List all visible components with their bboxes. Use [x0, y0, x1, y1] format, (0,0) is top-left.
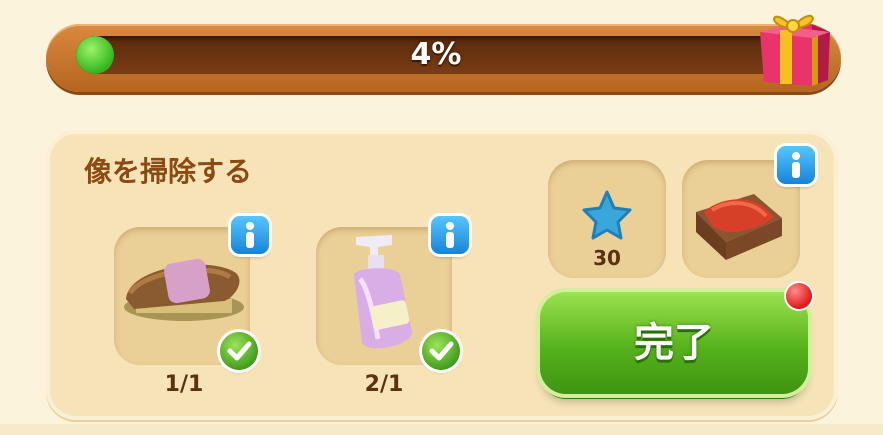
- check-icon: [220, 332, 258, 370]
- progress-label: 4%: [410, 37, 462, 72]
- item-count: 2/1: [364, 372, 404, 397]
- done-button-label: 完了: [634, 320, 714, 366]
- notification-dot: [786, 283, 812, 309]
- bottom-strip: [0, 424, 883, 435]
- gift-icon[interactable]: [752, 2, 834, 88]
- done-button[interactable]: 完了: [540, 292, 808, 394]
- info-button[interactable]: [777, 146, 815, 184]
- item-count: 1/1: [164, 372, 204, 397]
- task-title: 像を掃除する: [84, 155, 253, 188]
- check-icon: [422, 332, 460, 370]
- progress-bar: 4%: [46, 24, 841, 92]
- progress-track: 4%: [76, 36, 796, 74]
- info-button[interactable]: [231, 216, 269, 254]
- info-button[interactable]: [431, 216, 469, 254]
- reward-count: 30: [593, 246, 621, 270]
